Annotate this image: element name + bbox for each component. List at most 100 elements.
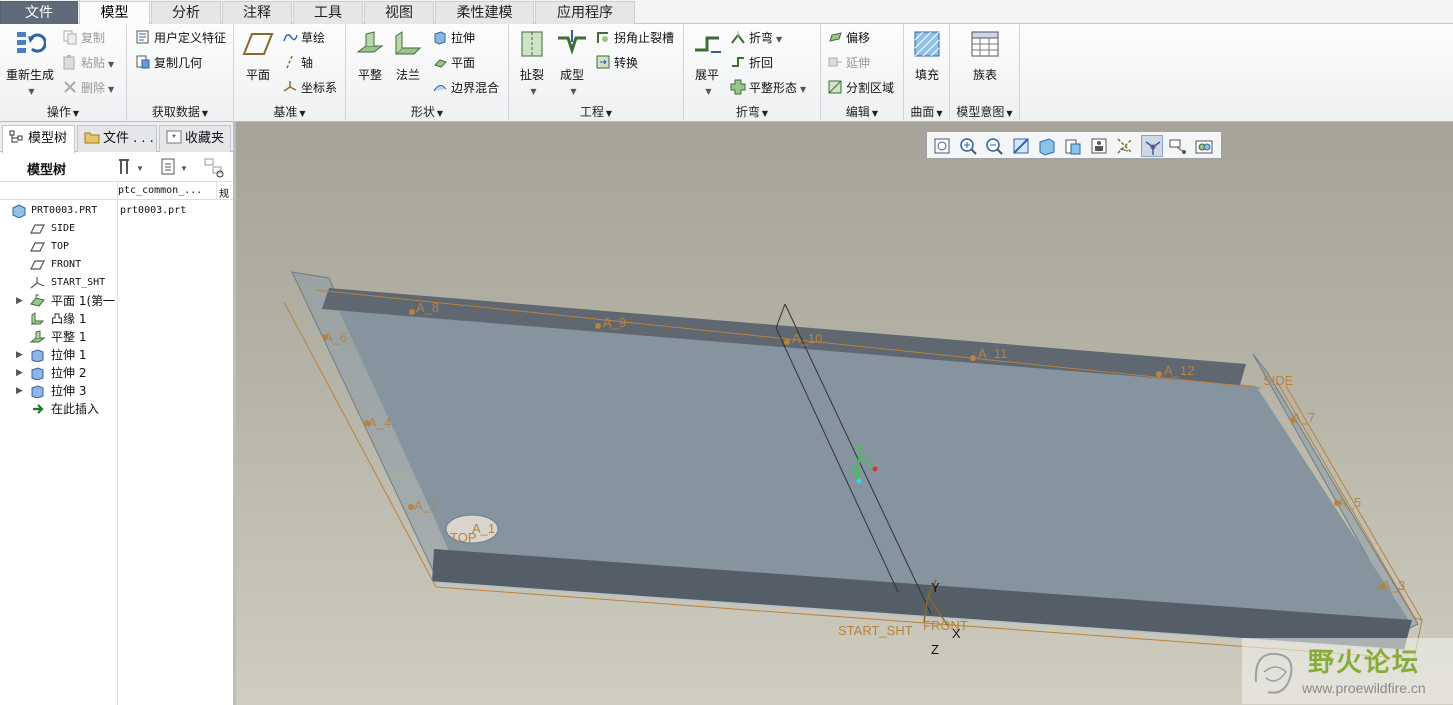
tab-folder-browser[interactable]: 文件 . . . — [77, 125, 157, 152]
group-label-editing[interactable]: 编辑 ▼ — [821, 104, 903, 120]
family-table-button[interactable]: 族表 — [967, 28, 1003, 83]
tree-item[interactable]: ▶ 平面 1(第一 — [0, 292, 233, 310]
zoom-out-button[interactable] — [983, 135, 1005, 157]
tree-item[interactable]: START_SHT — [0, 274, 233, 292]
annotation-a9[interactable]: A_9 — [603, 315, 626, 330]
annotation-a4[interactable]: A_4 — [368, 415, 391, 430]
graphics-window[interactable]: A_8 A_9 A_10 A_11 A_12 A_6 A_4 A_2 A_1 A… — [236, 122, 1453, 705]
tab-flexible-modeling[interactable]: 柔性建模 — [435, 1, 534, 24]
boundary-blend-button[interactable]: 边界混合 — [432, 78, 499, 98]
column-header-rule[interactable]: 规 — [219, 185, 229, 200]
view-manager-button[interactable] — [1088, 135, 1110, 157]
group-label-model-intent[interactable]: 模型意图 ▼ — [950, 104, 1019, 120]
bend-button[interactable]: 折弯 ▼ — [730, 28, 782, 48]
tree-item[interactable]: ▶ 拉伸 2 — [0, 364, 233, 382]
column-header-common-name[interactable]: ptc_common_... — [118, 185, 216, 196]
tree-filter-icon[interactable] — [203, 157, 227, 178]
annotation-a10[interactable]: A_10 — [792, 331, 822, 346]
corner-relief-button[interactable]: 拐角止裂槽 — [595, 28, 674, 48]
tab-model[interactable]: 模型 — [79, 1, 150, 25]
delete-button[interactable]: 删除 ▼ — [62, 78, 114, 98]
tree-item[interactable]: 在此插入 — [0, 400, 233, 418]
datum-label-side[interactable]: SIDE — [1263, 373, 1294, 388]
extend-button[interactable]: 延伸 — [827, 53, 870, 73]
saved-views-button[interactable] — [1062, 135, 1084, 157]
tab-analysis[interactable]: 分析 — [151, 1, 221, 24]
copy-geometry-button[interactable]: 复制几何 — [135, 53, 202, 73]
group-label-operations[interactable]: 操作 ▼ — [0, 104, 126, 120]
udf-button[interactable]: 用户定义特征 — [135, 28, 226, 48]
annotation-a5[interactable]: A_5 — [1338, 495, 1361, 510]
annotation-a2[interactable]: A_2 — [414, 498, 437, 513]
tab-annotate[interactable]: 注释 — [222, 1, 292, 24]
planar-button[interactable]: 平面 — [432, 53, 475, 73]
rip-button[interactable]: 扯裂 ▼ — [513, 28, 551, 97]
annotation-a6[interactable]: A_6 — [324, 330, 347, 345]
csys-button[interactable]: 坐标系 — [282, 78, 337, 98]
spin-center-button[interactable] — [1140, 135, 1163, 157]
boundary-blend-icon — [433, 85, 447, 92]
datum-display-button[interactable] — [1114, 135, 1136, 157]
offset-button[interactable]: 偏移 — [827, 28, 870, 48]
tree-item[interactable]: PRT0003.PRT prt0003.prt — [0, 202, 233, 220]
unbend-button[interactable]: 展平 ▼ — [688, 28, 726, 97]
annotation-a8[interactable]: A_8 — [416, 300, 439, 315]
datum-label-front[interactable]: FRONT — [923, 618, 968, 633]
flat-pattern-button[interactable]: 平整形态 ▼ — [730, 78, 806, 98]
expand-icon[interactable]: ▶ — [16, 346, 23, 364]
form-button[interactable]: 成型 ▼ — [553, 28, 591, 97]
flat-button[interactable]: 平整 — [352, 28, 388, 83]
tree-item[interactable]: 平整 1 — [0, 328, 233, 346]
tab-applications[interactable]: 应用程序 — [535, 1, 635, 24]
convert-button[interactable]: 转换 — [595, 53, 638, 73]
tree-item[interactable]: FRONT — [0, 256, 233, 274]
tab-file[interactable]: 文件 — [0, 1, 78, 24]
tree-item[interactable]: 凸缘 1 — [0, 310, 233, 328]
tab-favorites[interactable]: * 收藏夹 — [159, 125, 231, 152]
group-label-surfaces[interactable]: 曲面 ▼ — [904, 104, 949, 120]
annotation-a11[interactable]: A_11 — [978, 346, 1007, 361]
model-view[interactable]: A_8 A_9 A_10 A_11 A_12 A_6 A_4 A_2 A_1 A… — [236, 122, 1453, 705]
axis-button[interactable]: 轴 — [282, 53, 313, 73]
refit-button[interactable] — [931, 135, 953, 157]
expand-icon[interactable]: ▶ — [16, 382, 23, 400]
show-icon[interactable]: ▼ — [160, 157, 192, 177]
group-label-shapes[interactable]: 形状 ▼ — [346, 104, 508, 120]
repaint-button[interactable] — [1010, 135, 1032, 157]
annotation-a7[interactable]: A_7 — [1292, 410, 1315, 425]
zoom-in-button[interactable] — [957, 135, 979, 157]
group-label-engineering[interactable]: 工程 ▼ — [509, 104, 683, 120]
group-label-bends[interactable]: 折弯 ▼ — [684, 104, 820, 120]
tab-tools[interactable]: 工具 — [293, 1, 363, 24]
panel-tabs: 模型树 文件 . . . * 收藏夹 — [0, 122, 233, 153]
appearance-button[interactable] — [1193, 135, 1215, 157]
extrude-button[interactable]: 拉伸 — [432, 28, 475, 48]
tab-view[interactable]: 视图 — [364, 1, 434, 24]
annotation-a3[interactable]: A_3 — [1382, 578, 1405, 593]
bend-back-button[interactable]: 折回 — [730, 53, 773, 73]
axis-icon — [286, 55, 293, 69]
sketch-button[interactable]: 草绘 — [282, 28, 325, 48]
paste-button[interactable]: 粘贴 ▼ — [62, 53, 114, 73]
expand-icon[interactable]: ▶ — [16, 364, 23, 382]
tree-item[interactable]: TOP — [0, 238, 233, 256]
expand-icon[interactable]: ▶ — [16, 292, 23, 310]
flange-button[interactable]: 法兰 — [390, 28, 426, 83]
tree-item[interactable]: ▶ 拉伸 1 — [0, 346, 233, 364]
annotation-display-button[interactable] — [1167, 135, 1189, 157]
annotation-a12[interactable]: A_12 — [1164, 363, 1194, 378]
tree-item[interactable]: SIDE — [0, 220, 233, 238]
fill-button[interactable]: 填充 — [909, 28, 945, 83]
regenerate-button[interactable]: 重新生成 ▼ — [4, 28, 56, 97]
group-label-datum[interactable]: 基准 ▼ — [234, 104, 345, 120]
tree-item[interactable]: ▶ 拉伸 3 — [0, 382, 233, 400]
group-label-get-data[interactable]: 获取数据 ▼ — [127, 104, 233, 120]
copy-button[interactable]: 复制 — [62, 28, 105, 48]
split-area-button[interactable]: 分割区域 — [827, 78, 894, 98]
datum-label-top[interactable]: TOP — [450, 530, 477, 545]
display-style-button[interactable] — [1036, 135, 1058, 157]
tab-model-tree[interactable]: 模型树 — [2, 125, 75, 153]
settings-icon[interactable]: ▼ — [116, 157, 148, 177]
datum-label-start-sht[interactable]: START_SHT — [838, 623, 913, 638]
datum-plane-button[interactable]: 平面 — [240, 28, 276, 83]
